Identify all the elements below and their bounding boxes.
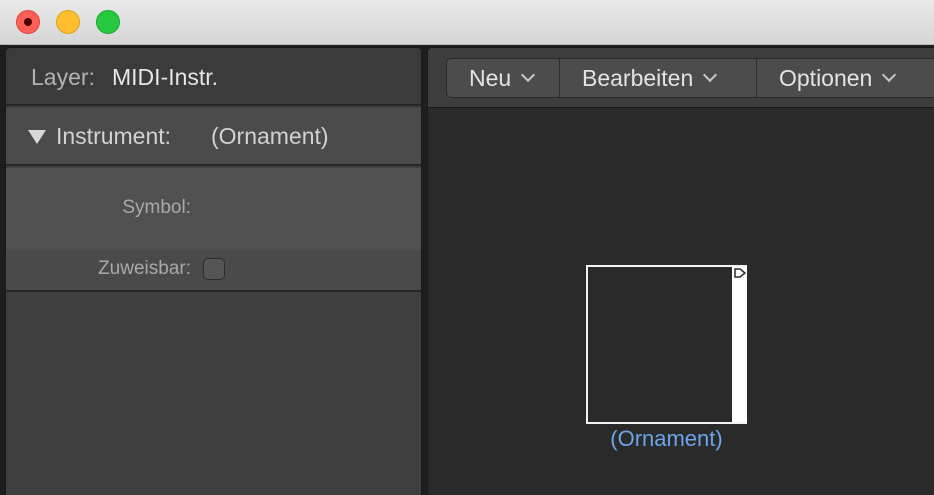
disclosure-triangle-icon[interactable] [28, 130, 46, 144]
ornament-object-bar [732, 267, 747, 422]
menu-optionen[interactable]: Optionen [757, 59, 934, 97]
inspector-panel: Layer: MIDI-Instr. Instrument: (Ornament… [5, 47, 422, 495]
menu-optionen-label: Optionen [779, 64, 873, 91]
chevron-down-icon [882, 67, 897, 83]
menu-group: Neu Bearbeiten Optionen [446, 58, 934, 98]
symbol-label: Symbol: [122, 197, 191, 218]
assignable-checkbox[interactable] [203, 258, 225, 280]
local-menubar: Neu Bearbeiten Optionen [428, 48, 934, 108]
chevron-down-icon [521, 67, 536, 83]
menu-bearbeiten-label: Bearbeiten [582, 64, 694, 91]
instrument-value: (Ornament) [211, 123, 329, 149]
instrument-section-header[interactable]: Instrument: (Ornament) [6, 108, 421, 166]
ornament-object-label[interactable]: (Ornament) [586, 426, 747, 452]
zoom-window-button[interactable] [96, 10, 120, 34]
minimize-window-button[interactable] [56, 10, 80, 34]
menu-bearbeiten[interactable]: Bearbeiten [560, 59, 757, 97]
layer-value[interactable]: MIDI-Instr. [112, 48, 218, 106]
assignable-label: Zuweisbar: [98, 258, 191, 279]
instrument-parameters: Symbol: Zuweisbar: [6, 168, 421, 292]
output-port-icon[interactable] [734, 268, 746, 278]
window-titlebar [0, 0, 934, 45]
layer-row[interactable]: Layer: MIDI-Instr. [6, 48, 421, 106]
menu-neu[interactable]: Neu [447, 59, 560, 97]
menu-neu-label: Neu [469, 64, 512, 91]
instrument-label: Instrument: [56, 123, 172, 149]
layer-label: Layer: [31, 64, 95, 90]
ornament-object[interactable] [586, 265, 747, 424]
close-window-button[interactable] [16, 10, 40, 34]
chevron-down-icon [703, 67, 718, 83]
